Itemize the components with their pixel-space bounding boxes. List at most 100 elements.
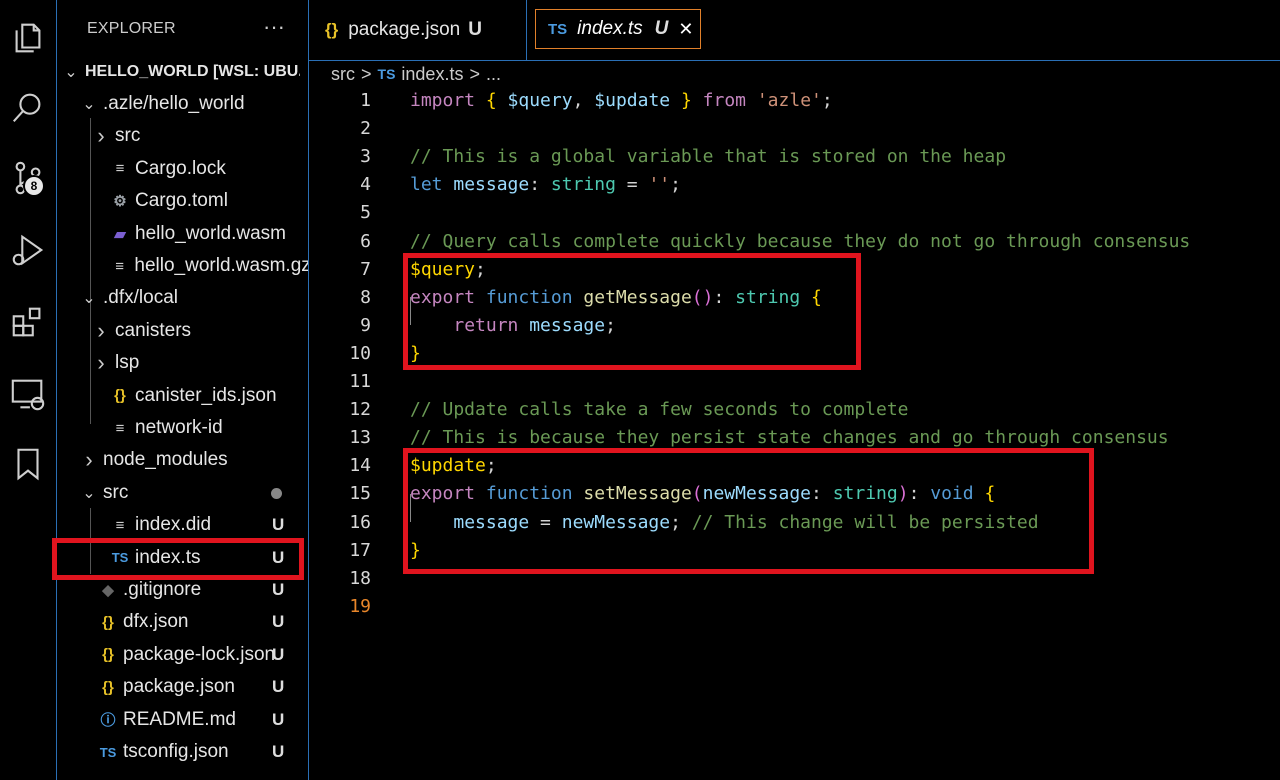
code-line[interactable]: export function setMessage(newMessage: s… [410, 483, 995, 504]
git-status-badge: U [272, 709, 285, 729]
source-control-icon[interactable]: 8 [0, 150, 56, 206]
tree-item[interactable]: › node_modules [57, 444, 308, 476]
tree-item[interactable]: ⌄ .azle/hello_world [57, 88, 308, 120]
more-actions-icon[interactable]: ··· [263, 14, 285, 40]
code-token: getMessage [583, 286, 692, 308]
code-token: function [485, 483, 584, 505]
tree-item[interactable]: ⌄ .dfx/local [57, 282, 308, 314]
git-file-icon: ◆ [102, 582, 114, 599]
workspace-root[interactable]: ⌄ HELLO_WORLD [WSL: UBU... [57, 56, 308, 88]
git-status-badge: U [272, 515, 285, 535]
code-line[interactable]: return message; [410, 315, 616, 336]
code-token: 'azle' [756, 90, 822, 111]
tree-item[interactable]: ⚙ Cargo.toml [57, 185, 308, 217]
file-lines-icon: ≡ [115, 419, 125, 437]
code-token: message [529, 314, 606, 336]
breadcrumb-file[interactable]: index.ts [401, 64, 463, 85]
tree-item[interactable]: › src [57, 120, 308, 152]
git-status-badge: U [272, 612, 285, 632]
code-token: ; [485, 455, 497, 477]
code-line[interactable]: } [410, 343, 421, 364]
code-token: // Update calls take a few seconds to co… [410, 399, 909, 421]
code-line[interactable]: import { $query, $update } from 'azle'; [410, 90, 833, 111]
tab-label: index.ts [577, 18, 643, 39]
tree-item[interactable]: ▰ hello_world.wasm [57, 218, 308, 250]
code-token: setMessage [583, 483, 692, 505]
tree-item-label: index.did [135, 514, 212, 536]
line-number: 10 [349, 342, 371, 364]
json-file-icon: {} [325, 20, 339, 39]
extensions-icon[interactable] [0, 294, 56, 350]
breadcrumb-separator: > [469, 63, 480, 84]
tree-item[interactable]: ≡ network-id [57, 412, 308, 444]
code-token: ( [691, 483, 703, 505]
tree-item[interactable]: › canisters [57, 315, 308, 347]
tree-item[interactable]: ⓘ README.md U [57, 704, 308, 736]
activity-bar: 8 [0, 0, 57, 780]
explorer-icon[interactable] [0, 10, 56, 66]
code-token: // This is because they persist state ch… [410, 427, 1169, 449]
tree-item[interactable]: ◆ .gitignore U [57, 574, 308, 606]
code-token: { [485, 90, 508, 111]
tree-item-label: tsconfig.json [123, 741, 229, 762]
breadcrumb: src > TS index.ts > ... [309, 60, 1280, 88]
tree-item-label: .azle/hello_world [103, 93, 245, 114]
code-line[interactable]: message = newMessage; // This change wil… [410, 511, 1039, 533]
tree-item[interactable]: TS tsconfig.json U [57, 736, 308, 768]
info-icon: ⓘ [100, 712, 116, 730]
code-line[interactable]: // Update calls take a few seconds to co… [410, 399, 909, 420]
code-token: = [529, 511, 562, 533]
close-icon[interactable]: ✕ [678, 19, 693, 40]
remote-explorer-icon[interactable] [0, 366, 56, 422]
code-token: string [832, 483, 898, 505]
tree-item[interactable]: ⌄ src [57, 477, 308, 509]
line-number: 16 [349, 511, 371, 533]
code-line[interactable]: // This is a global variable that is sto… [410, 146, 1006, 167]
run-debug-icon[interactable] [0, 222, 56, 278]
code-editor[interactable]: 1 import { $query, $update } from 'azle';… [309, 88, 1280, 780]
tree-item-label: .dfx/local [103, 287, 178, 309]
code-token: message [453, 511, 530, 533]
code-token: // This change will be persisted [691, 511, 1039, 533]
code-token: ; [670, 511, 692, 533]
tab-status: U [468, 19, 482, 40]
code-token: : [529, 174, 551, 196]
tree-item[interactable]: ≡ Cargo.lock [57, 153, 308, 185]
tree-item[interactable]: {} package-lock.json U [57, 639, 308, 671]
code-token: newMessage [702, 483, 811, 505]
line-number: 18 [349, 567, 371, 589]
code-line[interactable]: $query; [410, 259, 486, 280]
code-token: $update [594, 90, 671, 111]
code-line[interactable]: export function getMessage(): string { [410, 287, 822, 308]
code-line[interactable]: // This is because they persist state ch… [410, 427, 1169, 448]
tab-package-json[interactable]: {} package.json U [325, 0, 525, 60]
explorer-sidebar: EXPLORER ··· ⌄ HELLO_WORLD [WSL: UBU... … [57, 0, 309, 780]
tsconfig-file-icon: TS [99, 744, 117, 760]
tree-item-label: canisters [115, 319, 192, 341]
tree-item[interactable]: {} package.json U [57, 671, 308, 703]
search-icon[interactable] [0, 80, 56, 136]
code-line[interactable]: $update; [410, 455, 497, 476]
tree-item[interactable]: {} canister_ids.json [57, 380, 308, 412]
tree-item-label: hello_world.wasm.gz [134, 255, 308, 276]
breadcrumb-more[interactable]: ... [486, 64, 501, 85]
code-line[interactable]: // Query calls complete quickly because … [410, 231, 1190, 252]
tree-item-label: canister_ids.json [135, 384, 277, 406]
line-number: 6 [360, 230, 371, 252]
tree-item[interactable]: ≡ hello_world.wasm.gz [57, 250, 308, 282]
code-token: : [713, 286, 736, 308]
code-line[interactable]: let message: string = ''; [410, 174, 681, 195]
tab-index-ts[interactable]: TS index.ts U ✕ [535, 9, 701, 49]
tree-item[interactable]: ≡ index.did U [57, 509, 308, 541]
bookmark-icon[interactable] [0, 436, 56, 492]
tree-item[interactable]: TS index.ts U [57, 542, 308, 574]
git-status-badge: U [272, 580, 285, 599]
code-token: () [691, 286, 714, 308]
tree-item[interactable]: › lsp [57, 347, 308, 379]
tree-item[interactable]: {} dfx.json U [57, 606, 308, 638]
breadcrumb-folder[interactable]: src [331, 64, 355, 85]
line-number: 1 [360, 90, 371, 111]
code-line[interactable]: } [410, 540, 421, 561]
chevron-right-icon: › [97, 350, 105, 376]
